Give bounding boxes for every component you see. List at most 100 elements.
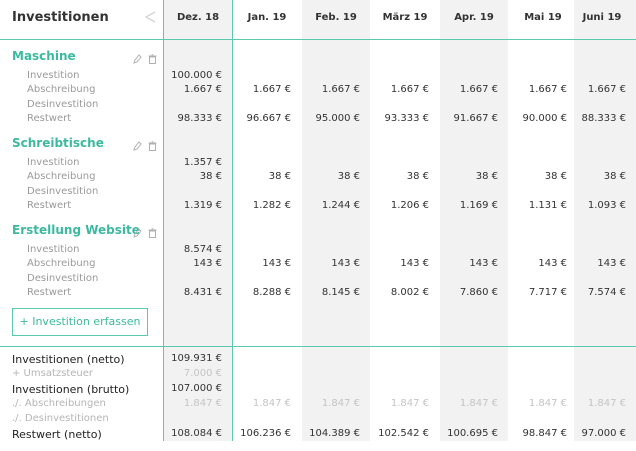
value-cell: 38 € <box>199 171 222 182</box>
value-cell: 1.357 € <box>183 157 222 168</box>
value-cell: 1.244 € <box>321 200 360 211</box>
row-label-abschreibung: Abschreibung <box>27 258 96 269</box>
value-cell: 1.667 € <box>587 84 626 95</box>
summary-value-cell: 7.000 € <box>183 368 222 379</box>
month-header[interactable]: März 19 <box>371 12 439 23</box>
value-cell: 143 € <box>538 258 567 269</box>
page-title: Investitionen <box>12 10 109 25</box>
trash-icon[interactable] <box>148 136 157 151</box>
value-cell: 38 € <box>406 171 429 182</box>
pencil-icon[interactable] <box>133 223 142 238</box>
value-cell: 38 € <box>337 171 360 182</box>
summary-divider <box>0 346 636 347</box>
month-header[interactable]: Feb. 19 <box>302 12 370 23</box>
group-title: Erstellung Website <box>12 223 140 237</box>
group-title: Maschine <box>12 49 76 63</box>
column-shade-apr <box>440 0 508 441</box>
value-cell: 7.717 € <box>528 287 567 298</box>
row-label-abschreibung: Abschreibung <box>27 171 96 182</box>
divider-first-month <box>232 0 233 441</box>
value-cell: 38 € <box>268 171 291 182</box>
share-icon[interactable] <box>143 10 157 24</box>
value-cell: 7.860 € <box>459 287 498 298</box>
value-cell: 1.169 € <box>459 200 498 211</box>
summary-value-cell: 1.847 € <box>587 398 626 409</box>
header-divider <box>0 39 636 40</box>
value-cell: 7.574 € <box>587 287 626 298</box>
row-label-restwert: Restwert <box>27 287 72 298</box>
value-cell: 8.431 € <box>183 287 222 298</box>
summary-value-cell: 108.084 € <box>171 428 222 439</box>
row-label-investition: Investition <box>27 70 80 81</box>
summary-label-desinvestitionen: ./. Desinvestitionen <box>12 413 109 424</box>
summary-value-cell: 1.847 € <box>459 398 498 409</box>
value-cell: 1.667 € <box>528 84 567 95</box>
pencil-icon[interactable] <box>133 136 142 151</box>
summary-value-cell: 107.000 € <box>171 383 222 394</box>
pencil-icon[interactable] <box>133 49 142 64</box>
value-cell: 1.667 € <box>390 84 429 95</box>
summary-value-cell: 98.847 € <box>522 428 567 439</box>
value-cell: 8.145 € <box>321 287 360 298</box>
month-header[interactable]: Apr. 19 <box>440 12 508 23</box>
value-cell: 143 € <box>193 258 222 269</box>
month-header[interactable]: Dez. 18 <box>164 12 232 23</box>
row-label-investition: Investition <box>27 244 80 255</box>
value-cell: 1.282 € <box>252 200 291 211</box>
value-cell: 1.093 € <box>587 200 626 211</box>
value-cell: 1.667 € <box>183 84 222 95</box>
summary-label-netto: Investitionen (netto) <box>12 353 125 366</box>
value-cell: 1.206 € <box>390 200 429 211</box>
value-cell: 93.333 € <box>384 113 429 124</box>
trash-icon[interactable] <box>148 223 157 238</box>
value-cell: 90.000 € <box>522 113 567 124</box>
row-label-restwert: Restwert <box>27 113 72 124</box>
column-shade-jun <box>574 0 636 441</box>
value-cell: 8.288 € <box>252 287 291 298</box>
row-label-desinvestition: Desinvestition <box>27 186 99 197</box>
summary-label-restwert: Restwert (netto) <box>12 428 102 441</box>
value-cell: 1.667 € <box>459 84 498 95</box>
value-cell: 143 € <box>400 258 429 269</box>
value-cell: 88.333 € <box>581 113 626 124</box>
summary-value-cell: 1.847 € <box>252 398 291 409</box>
summary-label-abschreibungen: ./. Abschreibungen <box>12 398 106 409</box>
row-label-desinvestition: Desinvestition <box>27 99 99 110</box>
value-cell: 1.131 € <box>528 200 567 211</box>
month-header[interactable]: Juni 19 <box>568 12 636 23</box>
row-label-investition: Investition <box>27 157 80 168</box>
value-cell: 38 € <box>603 171 626 182</box>
value-cell: 96.667 € <box>246 113 291 124</box>
value-cell: 38 € <box>475 171 498 182</box>
row-label-abschreibung: Abschreibung <box>27 84 96 95</box>
value-cell: 143 € <box>262 258 291 269</box>
summary-value-cell: 100.695 € <box>447 428 498 439</box>
summary-label-brutto: Investitionen (brutto) <box>12 383 130 396</box>
row-label-restwert: Restwert <box>27 200 72 211</box>
summary-label-ust: + Umsatzsteuer <box>12 368 94 379</box>
trash-icon[interactable] <box>148 49 157 64</box>
value-cell: 1.667 € <box>252 84 291 95</box>
row-label-desinvestition: Desinvestition <box>27 273 99 284</box>
value-cell: 1.667 € <box>321 84 360 95</box>
summary-value-cell: 1.847 € <box>183 398 222 409</box>
summary-value-cell: 1.847 € <box>321 398 360 409</box>
month-header[interactable]: Jan. 19 <box>233 12 301 23</box>
value-cell: 8.574 € <box>183 244 222 255</box>
value-cell: 38 € <box>544 171 567 182</box>
summary-value-cell: 102.542 € <box>378 428 429 439</box>
summary-value-cell: 104.389 € <box>309 428 360 439</box>
summary-value-cell: 1.847 € <box>528 398 567 409</box>
group-title: Schreibtische <box>12 136 104 150</box>
month-header[interactable]: Mai 19 <box>509 12 577 23</box>
add-investment-button[interactable]: + Investition erfassen <box>12 308 148 336</box>
value-cell: 8.002 € <box>390 287 429 298</box>
value-cell: 91.667 € <box>453 113 498 124</box>
summary-value-cell: 106.236 € <box>240 428 291 439</box>
summary-value-cell: 1.847 € <box>390 398 429 409</box>
value-cell: 100.000 € <box>171 70 222 81</box>
value-cell: 143 € <box>469 258 498 269</box>
value-cell: 143 € <box>331 258 360 269</box>
summary-value-cell: 97.000 € <box>581 428 626 439</box>
value-cell: 95.000 € <box>315 113 360 124</box>
